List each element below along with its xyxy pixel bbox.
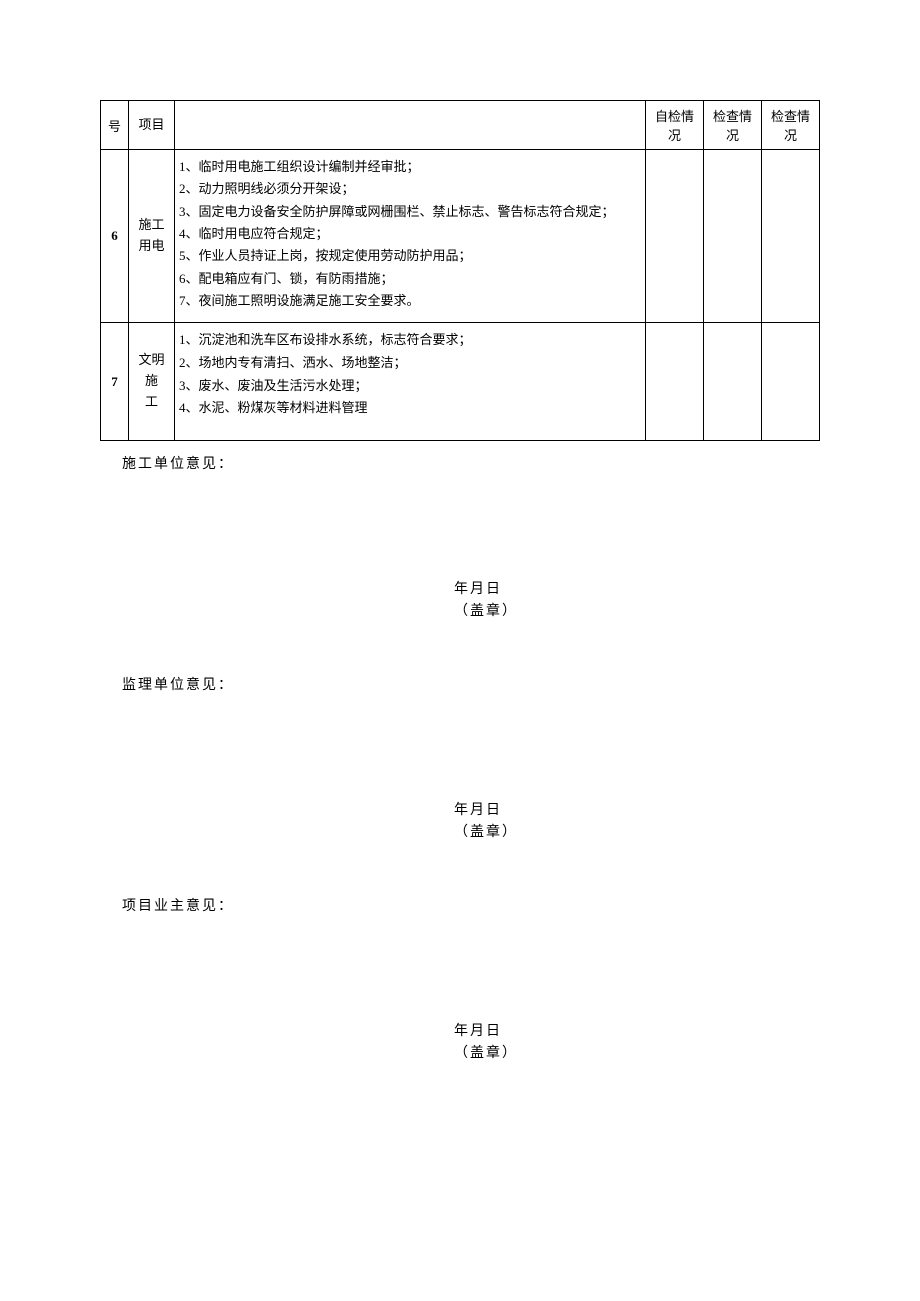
- sig-date: 年月日: [454, 800, 820, 822]
- sig-label: 监理单位意见：: [122, 674, 820, 694]
- document-page: 号 项目 自检情况 检查情况 检查情况 6 施工用电 1、临时用电施工组织设计编…: [0, 0, 920, 1105]
- row-project: 施工用电: [129, 150, 175, 323]
- sig-label: 施工单位意见：: [122, 453, 820, 473]
- sig-date: 年月日: [454, 579, 820, 601]
- sig-seal: （盖章）: [454, 1043, 820, 1065]
- row-self-check: [646, 323, 704, 441]
- row-num: 6: [101, 150, 129, 323]
- row-desc: 1、沉淀池和洗车区布设排水系统，标志符合要求；2、场地内专有清扫、洒水、场地整洁…: [175, 323, 646, 441]
- row-project: 文明施工: [129, 323, 175, 441]
- sig-seal: （盖章）: [454, 822, 820, 844]
- row-self-check: [646, 150, 704, 323]
- sig-seal: （盖章）: [454, 601, 820, 623]
- header-num: 号: [101, 101, 129, 150]
- header-self-check: 自检情况: [646, 101, 704, 150]
- row-desc: 1、临时用电施工组织设计编制并经审批；2、动力照明线必须分开架设；3、固定电力设…: [175, 150, 646, 323]
- signature-block-owner: 项目业主意见： 年月日 （盖章）: [122, 895, 820, 1066]
- row-check-1: [704, 150, 762, 323]
- header-check-2: 检查情况: [762, 101, 820, 150]
- sig-date: 年月日: [454, 1021, 820, 1043]
- table-header-row: 号 项目 自检情况 检查情况 检查情况: [101, 101, 820, 150]
- signature-block-construction: 施工单位意见： 年月日 （盖章）: [122, 453, 820, 624]
- header-check-1: 检查情况: [704, 101, 762, 150]
- sig-label: 项目业主意见：: [122, 895, 820, 915]
- table-row: 7 文明施工 1、沉淀池和洗车区布设排水系统，标志符合要求；2、场地内专有清扫、…: [101, 323, 820, 441]
- header-desc: [175, 101, 646, 150]
- signatures-section: 施工单位意见： 年月日 （盖章） 监理单位意见： 年月日 （盖章） 项目业主意见…: [100, 453, 820, 1065]
- row-check-2: [762, 150, 820, 323]
- row-check-1: [704, 323, 762, 441]
- row-check-2: [762, 323, 820, 441]
- table-row: 6 施工用电 1、临时用电施工组织设计编制并经审批；2、动力照明线必须分开架设；…: [101, 150, 820, 323]
- inspection-table: 号 项目 自检情况 检查情况 检查情况 6 施工用电 1、临时用电施工组织设计编…: [100, 100, 820, 441]
- row-num: 7: [101, 323, 129, 441]
- header-project: 项目: [129, 101, 175, 150]
- signature-block-supervision: 监理单位意见： 年月日 （盖章）: [122, 674, 820, 845]
